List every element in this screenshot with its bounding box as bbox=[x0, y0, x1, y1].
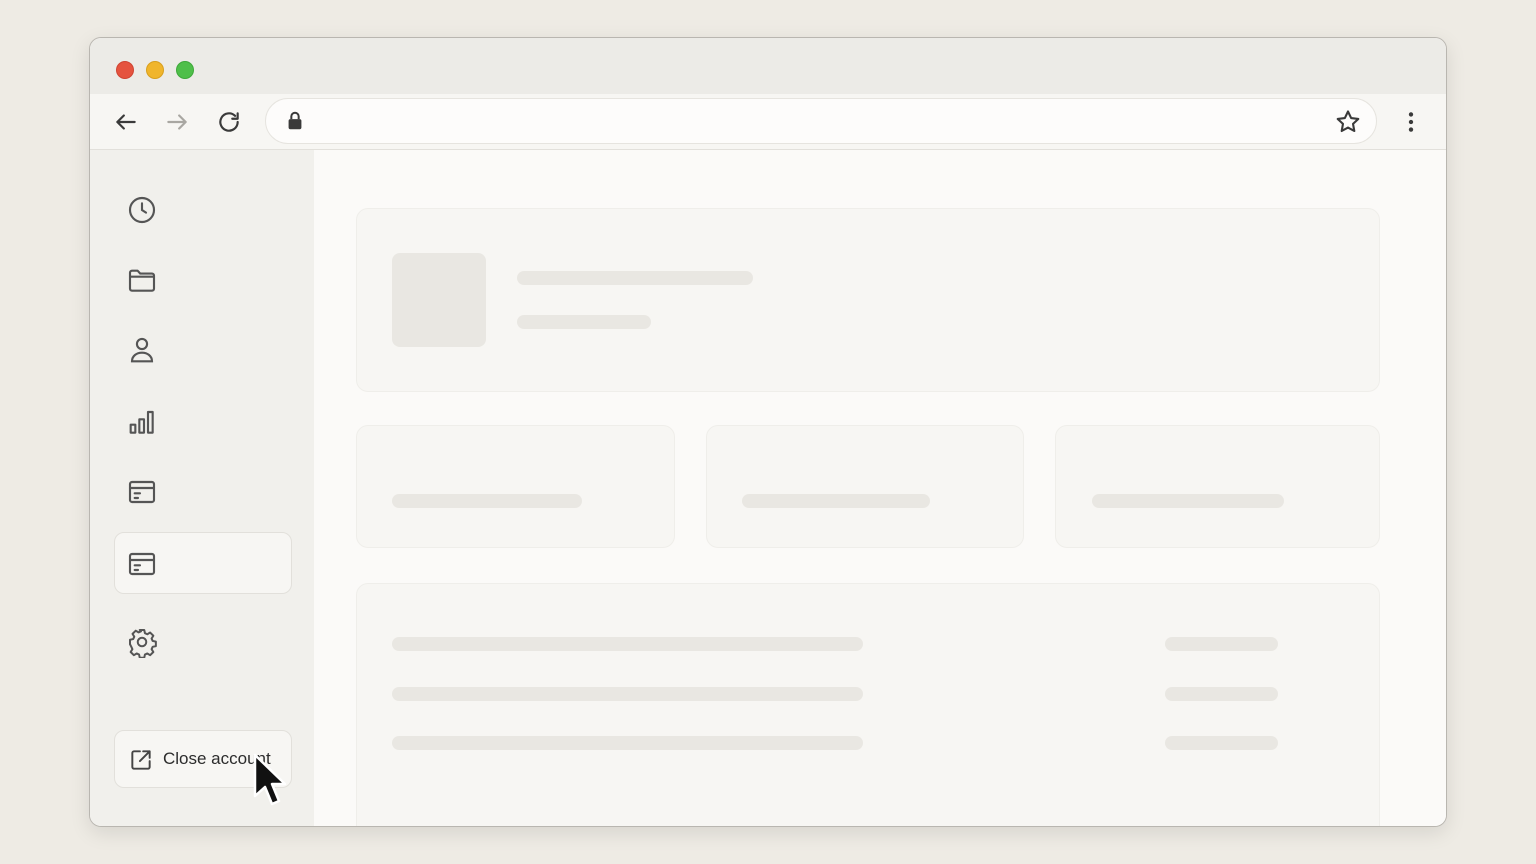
user-icon bbox=[130, 337, 154, 363]
title-placeholder bbox=[517, 271, 753, 285]
row-value-placeholder bbox=[1165, 637, 1278, 651]
sidebar-item-analytics[interactable] bbox=[114, 390, 292, 452]
sidebar-item-profile[interactable] bbox=[114, 318, 292, 380]
close-account-label: Close account bbox=[163, 749, 271, 768]
main-content bbox=[314, 150, 1446, 826]
row-text-placeholder bbox=[392, 687, 863, 701]
sidebar-item-billing[interactable] bbox=[114, 460, 292, 522]
arrow-left-icon bbox=[116, 114, 136, 130]
minimize-window-button[interactable] bbox=[146, 61, 164, 79]
stat-placeholder bbox=[742, 494, 930, 508]
kebab-menu-icon bbox=[1408, 112, 1414, 132]
sidebar-item-files[interactable] bbox=[114, 248, 292, 310]
reload-button[interactable] bbox=[215, 108, 243, 136]
profile-card-skeleton bbox=[356, 208, 1380, 392]
stat-placeholder bbox=[1092, 494, 1284, 508]
address-bar[interactable] bbox=[265, 98, 1377, 144]
table-card-skeleton bbox=[356, 583, 1380, 826]
close-window-button[interactable] bbox=[116, 61, 134, 79]
sidebar-item-history[interactable] bbox=[114, 178, 292, 240]
card-icon bbox=[128, 552, 156, 576]
title-bar bbox=[90, 38, 1446, 94]
close-account-button[interactable]: Close account bbox=[114, 730, 292, 788]
bar-chart-icon bbox=[129, 410, 154, 434]
external-link-icon bbox=[131, 750, 151, 770]
back-button[interactable] bbox=[112, 108, 140, 136]
url-input[interactable] bbox=[318, 107, 1318, 135]
forward-button[interactable] bbox=[163, 108, 191, 136]
stat-placeholder bbox=[392, 494, 582, 508]
clock-icon bbox=[128, 196, 156, 224]
maximize-window-button[interactable] bbox=[176, 61, 194, 79]
subtitle-placeholder bbox=[517, 315, 651, 329]
stat-card-skeleton bbox=[356, 425, 675, 548]
browser-window: Close account bbox=[89, 37, 1447, 827]
row-value-placeholder bbox=[1165, 687, 1278, 701]
stat-card-skeleton bbox=[1055, 425, 1380, 548]
browser-menu-button[interactable] bbox=[1397, 108, 1425, 136]
folder-icon bbox=[128, 269, 156, 292]
avatar-placeholder bbox=[392, 253, 486, 347]
row-text-placeholder bbox=[392, 736, 863, 750]
browser-toolbar bbox=[90, 94, 1446, 150]
reload-icon bbox=[219, 112, 239, 132]
lock-icon bbox=[288, 111, 302, 130]
sidebar: Close account bbox=[90, 150, 314, 826]
sidebar-item-account[interactable] bbox=[114, 532, 292, 594]
sidebar-item-settings[interactable] bbox=[114, 610, 292, 672]
row-value-placeholder bbox=[1165, 736, 1278, 750]
arrow-right-icon bbox=[167, 114, 187, 130]
row-text-placeholder bbox=[392, 637, 863, 651]
star-icon[interactable] bbox=[1334, 108, 1362, 136]
stat-card-skeleton bbox=[706, 425, 1024, 548]
card-icon bbox=[128, 480, 156, 504]
gear-icon bbox=[129, 629, 157, 658]
